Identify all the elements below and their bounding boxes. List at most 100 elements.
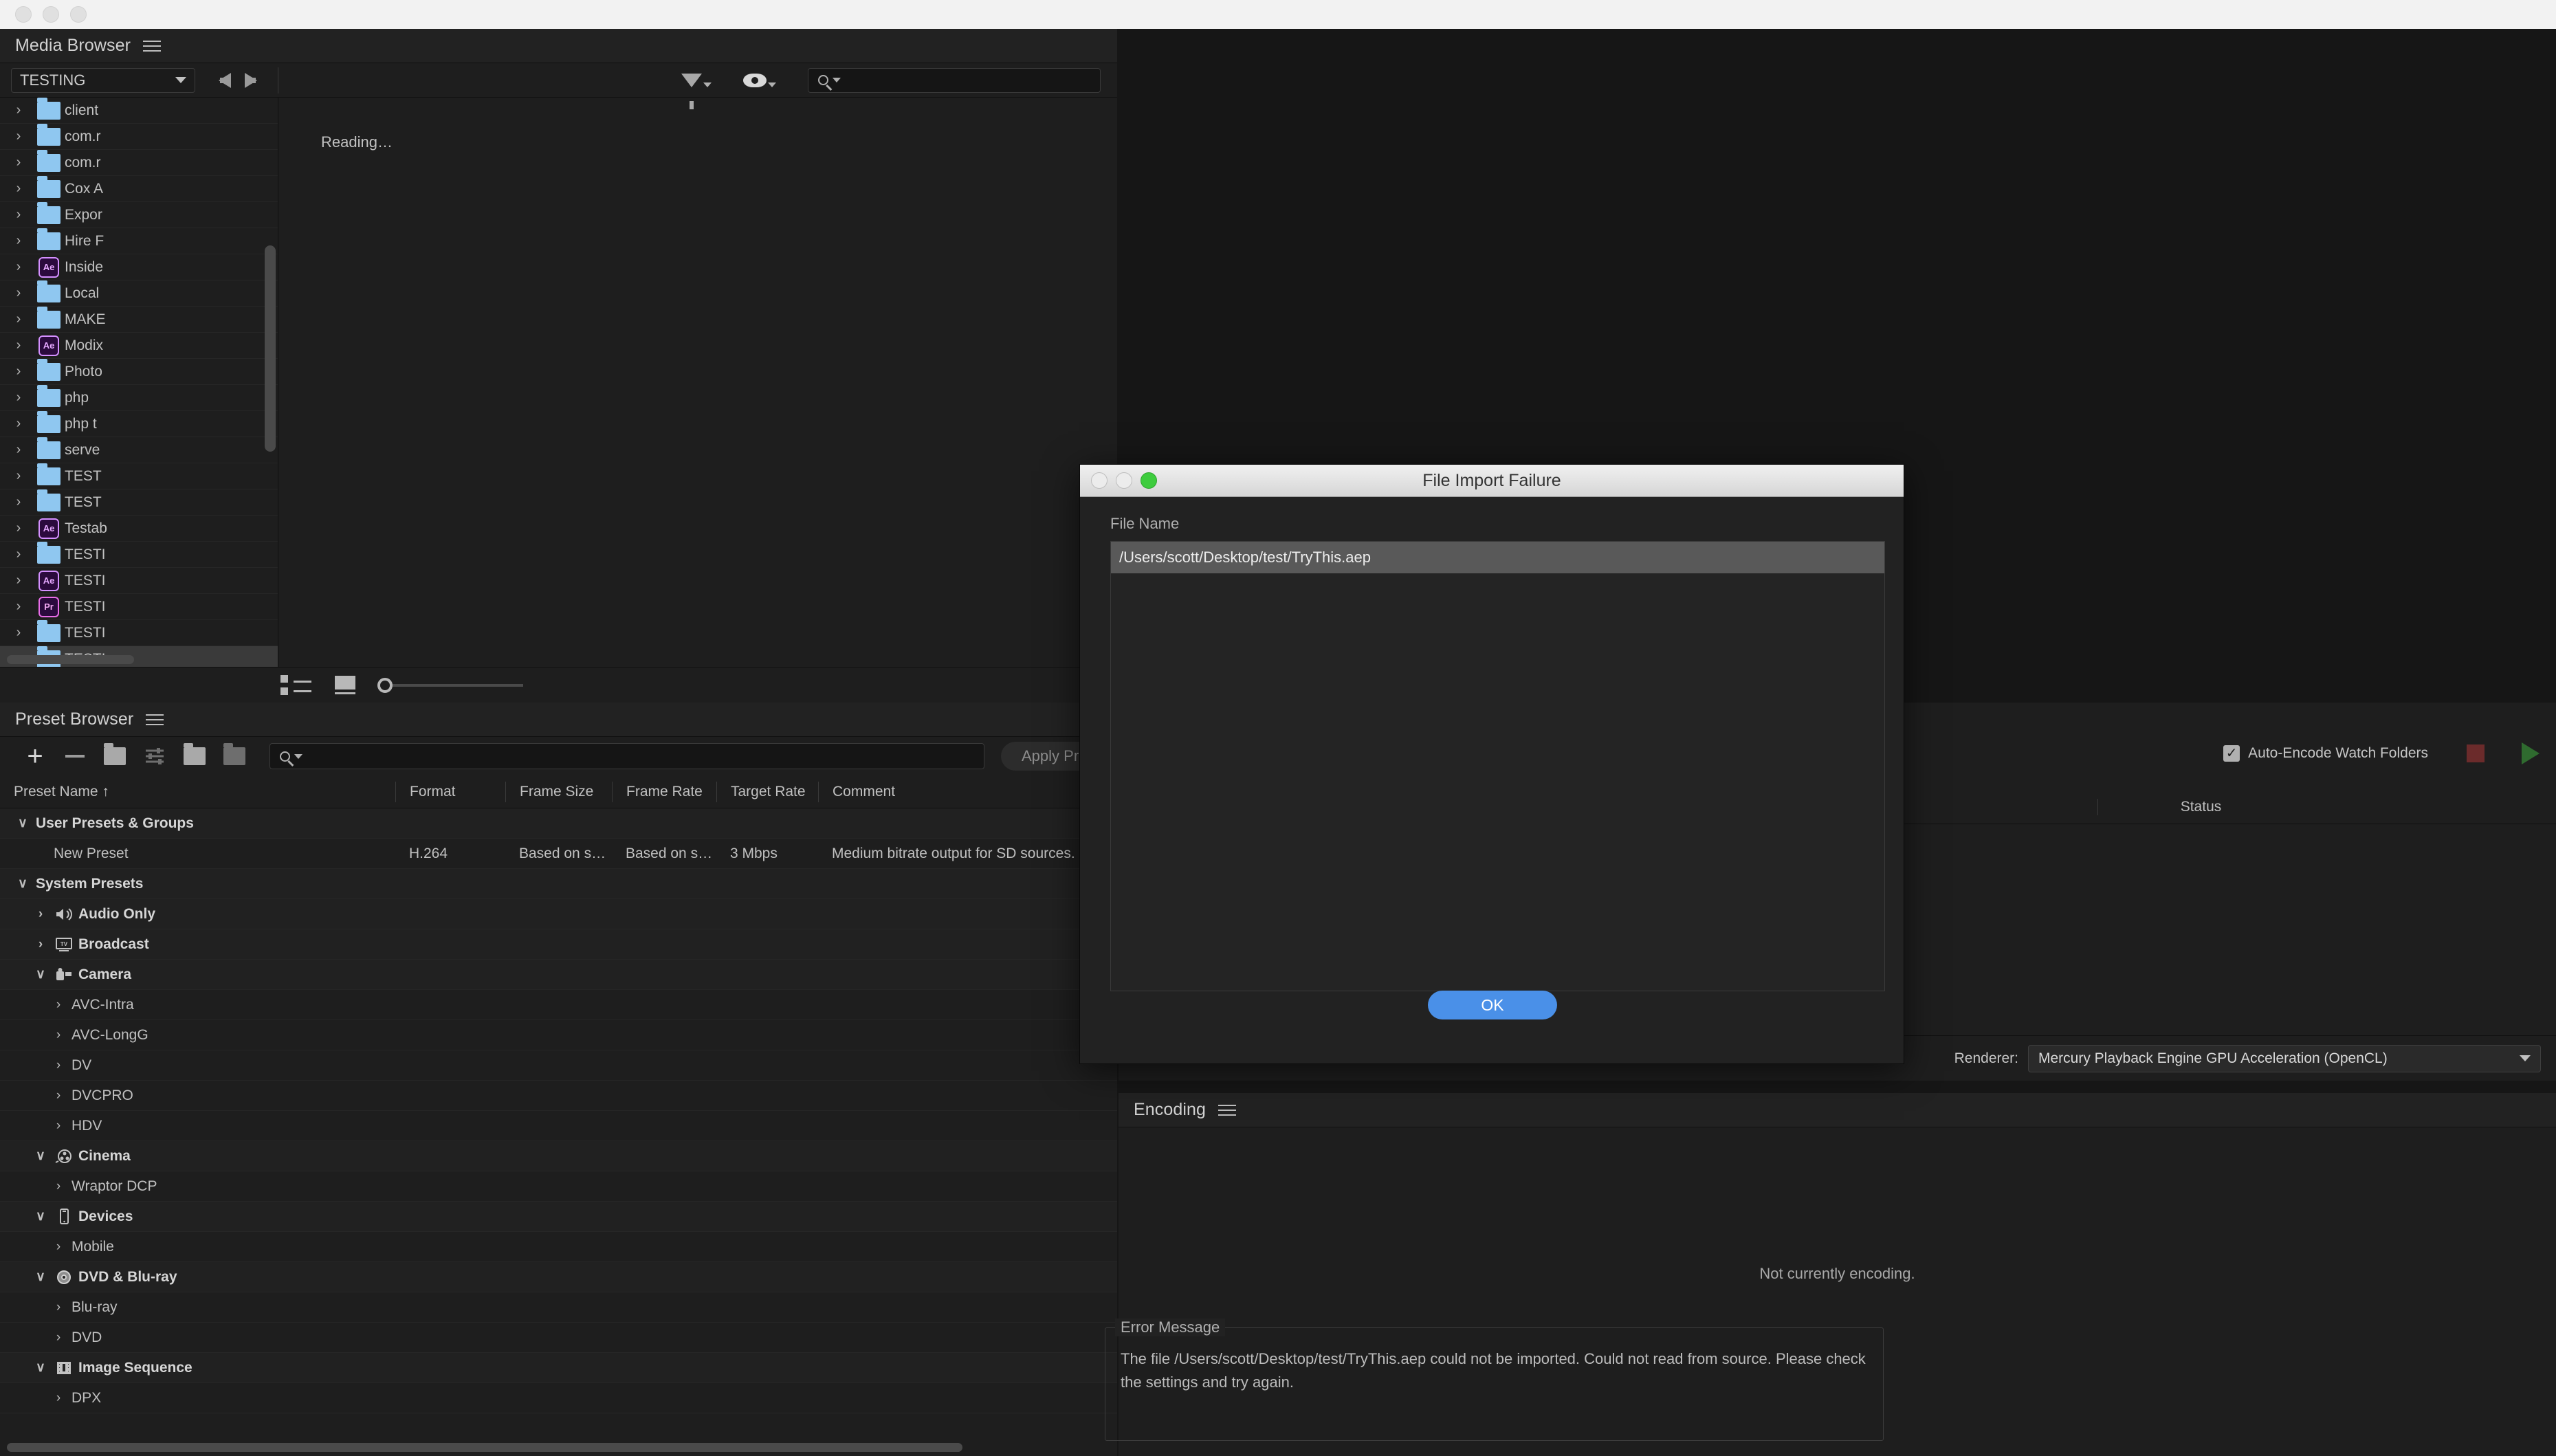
media-tree-item[interactable]: › Expor <box>0 201 278 228</box>
media-tree-item[interactable]: › Pr TESTI <box>0 594 278 620</box>
media-tree-item[interactable]: › client <box>0 98 278 124</box>
disclosure-triangle-icon[interactable]: › <box>4 311 33 327</box>
hamburger-icon[interactable] <box>146 714 164 725</box>
media-tree-item[interactable]: › php <box>0 384 278 411</box>
media-tree-item[interactable]: › Ae Modix <box>0 333 278 359</box>
disclosure-triangle-icon[interactable]: ∨ <box>32 1269 49 1285</box>
hamburger-icon[interactable] <box>143 40 162 52</box>
preset-row[interactable]: › DVCPRO <box>0 1081 1117 1111</box>
ok-button[interactable]: OK <box>1428 991 1557 1019</box>
media-tree-item[interactable]: › MAKE <box>0 306 278 333</box>
disclosure-triangle-icon[interactable]: › <box>4 625 33 641</box>
media-tree-item[interactable]: › TESTI <box>0 619 278 646</box>
disclosure-triangle-icon[interactable]: › <box>4 259 33 275</box>
preset-group-row[interactable]: ∨ Camera <box>0 960 1117 990</box>
media-tree-item[interactable]: › TEST <box>0 463 278 489</box>
disclosure-triangle-icon[interactable]: › <box>49 1118 67 1134</box>
media-tree-item[interactable]: › Hire F <box>0 228 278 254</box>
disclosure-triangle-icon[interactable]: › <box>4 207 33 223</box>
zoom-slider-knob[interactable] <box>377 677 393 693</box>
disclosure-triangle-icon[interactable]: › <box>4 285 33 301</box>
preset-search-input[interactable] <box>269 743 984 769</box>
preset-group-row[interactable]: ∨ DVD & Blu-ray <box>0 1262 1117 1292</box>
preset-row[interactable]: › Wraptor DCP <box>0 1171 1117 1202</box>
preset-row[interactable]: › AVC-Intra <box>0 990 1117 1020</box>
disclosure-triangle-icon[interactable]: › <box>4 494 33 510</box>
preset-row[interactable]: › Mobile <box>0 1232 1117 1262</box>
renderer-select[interactable]: Mercury Playback Engine GPU Acceleration… <box>2028 1044 2541 1072</box>
preset-group-row[interactable]: ∨ Cinema <box>0 1141 1117 1171</box>
media-tree-item[interactable]: › Photo <box>0 358 278 385</box>
dialog-maximize-dot[interactable] <box>1141 472 1157 489</box>
preset-group-row[interactable]: › TV Broadcast <box>0 929 1117 960</box>
disclosure-triangle-icon[interactable]: › <box>49 1391 67 1406</box>
disclosure-triangle-icon[interactable]: ∨ <box>32 967 49 982</box>
media-tree-item[interactable]: › Ae Testab <box>0 516 278 542</box>
preset-group-row[interactable]: ∨ System Presets <box>0 869 1117 899</box>
media-tree-item[interactable]: › Ae Inside <box>0 254 278 280</box>
media-tree-item[interactable]: › Local <box>0 280 278 307</box>
preset-row[interactable]: › DV <box>0 1050 1117 1081</box>
disclosure-triangle-icon[interactable]: › <box>49 1239 67 1255</box>
eye-icon[interactable] <box>743 73 776 87</box>
tree-horizontal-scrollbar[interactable] <box>7 655 134 664</box>
disclosure-triangle-icon[interactable]: › <box>32 937 49 952</box>
tree-vertical-scrollbar[interactable] <box>265 245 276 452</box>
media-tree-item[interactable]: › TESTI <box>0 541 278 568</box>
disclosure-triangle-icon[interactable]: › <box>4 181 33 197</box>
new-preset-button[interactable]: + <box>15 742 55 770</box>
disclosure-triangle-icon[interactable]: › <box>49 1088 67 1103</box>
export-preset-button[interactable] <box>214 742 254 770</box>
disclosure-triangle-icon[interactable]: › <box>4 129 33 144</box>
disclosure-triangle-icon[interactable]: › <box>4 547 33 562</box>
location-select[interactable]: TESTING <box>11 67 195 93</box>
media-tree-item[interactable]: › Cox A <box>0 175 278 202</box>
list-view-icon[interactable] <box>280 675 311 695</box>
preset-row[interactable]: › Blu-ray <box>0 1292 1117 1323</box>
disclosure-triangle-icon[interactable]: ∨ <box>32 1209 49 1224</box>
preset-group-row[interactable]: ∨ Devices <box>0 1202 1117 1232</box>
delete-preset-button[interactable] <box>55 742 95 770</box>
failed-file-item[interactable]: /Users/scott/Desktop/test/TryThis.aep <box>1111 542 1884 573</box>
disclosure-triangle-icon[interactable]: › <box>49 1330 67 1345</box>
media-browser-search-input[interactable] <box>808 67 1101 93</box>
preset-column-header[interactable]: Target Rate <box>716 781 818 802</box>
window-close-dot[interactable] <box>15 6 32 23</box>
window-maximize-dot[interactable] <box>70 6 87 23</box>
preset-group-row[interactable]: ∨ User Presets & Groups <box>0 808 1117 839</box>
preset-settings-button[interactable] <box>135 742 175 770</box>
media-tree-item[interactable]: › com.r <box>0 123 278 150</box>
disclosure-triangle-icon[interactable]: › <box>4 233 33 249</box>
hamburger-icon[interactable] <box>1218 1104 1237 1116</box>
back-arrow-icon[interactable] <box>219 72 231 88</box>
disclosure-triangle-icon[interactable]: › <box>4 573 33 588</box>
preset-column-header[interactable]: Frame Size <box>505 781 612 802</box>
disclosure-triangle-icon[interactable]: › <box>49 997 67 1013</box>
new-preset-group-button[interactable] <box>95 742 135 770</box>
disclosure-triangle-icon[interactable]: › <box>4 338 33 353</box>
disclosure-triangle-icon[interactable]: › <box>4 390 33 406</box>
preset-row[interactable]: › HDV <box>0 1111 1117 1141</box>
disclosure-triangle-icon[interactable]: › <box>4 155 33 170</box>
start-queue-button[interactable] <box>2522 742 2540 764</box>
disclosure-triangle-icon[interactable]: › <box>32 907 49 922</box>
disclosure-triangle-icon[interactable]: ∨ <box>32 1148 49 1164</box>
preset-group-row[interactable]: › Audio Only <box>0 899 1117 929</box>
disclosure-triangle-icon[interactable]: ∨ <box>32 1360 49 1376</box>
disclosure-triangle-icon[interactable]: › <box>4 520 33 536</box>
dialog-minimize-dot[interactable] <box>1116 472 1132 489</box>
media-tree-item[interactable]: › serve <box>0 437 278 463</box>
media-tree-item[interactable]: › php t <box>0 410 278 437</box>
preset-row[interactable]: › AVC-LongG <box>0 1020 1117 1050</box>
disclosure-triangle-icon[interactable]: › <box>4 442 33 458</box>
preset-column-header[interactable]: Comment <box>818 781 1079 802</box>
zoom-slider[interactable] <box>377 677 523 693</box>
preset-column-header[interactable]: Preset Name ↑ <box>0 782 395 802</box>
disclosure-triangle-icon[interactable]: › <box>49 1179 67 1194</box>
preset-column-header[interactable]: Format <box>395 781 505 802</box>
import-preset-button[interactable] <box>175 742 214 770</box>
disclosure-triangle-icon[interactable]: › <box>4 599 33 615</box>
forward-arrow-icon[interactable] <box>245 72 257 88</box>
disclosure-triangle-icon[interactable]: ∨ <box>14 876 32 892</box>
auto-encode-checkbox[interactable]: ✓ <box>2223 745 2240 762</box>
